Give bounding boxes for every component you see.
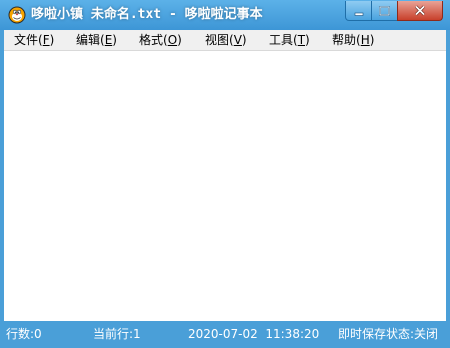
menu-edit-label-end: ) [112, 33, 117, 47]
menu-format-label: 格式( [139, 33, 168, 47]
status-current-line: 当前行:1 [93, 327, 141, 341]
doraemon-app-icon[interactable] [8, 6, 26, 24]
menu-format[interactable]: 格式(O) [139, 30, 182, 51]
menu-help-label-end: ) [369, 33, 375, 47]
menu-edit[interactable]: 编辑(E) [76, 30, 117, 51]
menu-view[interactable]: 视图(V) [205, 30, 247, 51]
minimize-button[interactable] [345, 1, 372, 21]
title-bar[interactable]: 哆啦小镇 未命名.txt - 哆啦啦记事本 [0, 0, 450, 30]
status-autosave: 即时保存状态:关闭 [338, 327, 439, 341]
close-icon [414, 1, 426, 20]
menu-file[interactable]: 文件(F) [14, 30, 54, 51]
menu-tools-label-end: ) [305, 33, 310, 47]
menu-help-accelerator: H [360, 33, 370, 47]
status-line-count: 行数:0 [6, 327, 42, 341]
notepad-window: 哆啦小镇 未命名.txt - 哆啦啦记事本 文件(F) 编辑(E) 格式(O) … [0, 0, 450, 348]
status-bar: 行数:0 当前行:1 2020-07-02 11:38:20 即时保存状态:关闭 [0, 321, 450, 348]
menu-tools-accelerator: T [297, 33, 306, 47]
menu-view-label-end: ) [241, 33, 247, 47]
menu-tools[interactable]: 工具(T) [269, 30, 310, 51]
menu-format-label-end: ) [177, 33, 182, 47]
menu-bar: 文件(F) 编辑(E) 格式(O) 视图(V) 工具(T) 帮助(H) [4, 30, 446, 51]
maximize-icon [379, 1, 390, 20]
menu-view-accelerator: V [233, 33, 242, 47]
menu-file-label-end: ) [49, 33, 55, 47]
close-button[interactable] [397, 1, 443, 21]
window-title: 哆啦小镇 未命名.txt - 哆啦啦记事本 [31, 7, 263, 22]
menu-help-label: 帮助( [332, 33, 361, 47]
text-editor-area[interactable] [4, 51, 446, 321]
menu-edit-label: 编辑( [76, 33, 105, 47]
menu-view-label: 视图( [205, 33, 234, 47]
status-datetime: 2020-07-02 11:38:20 [188, 327, 320, 341]
menu-file-label: 文件( [14, 33, 43, 47]
maximize-button[interactable] [371, 1, 398, 21]
menu-help[interactable]: 帮助(H) [332, 30, 374, 51]
menu-file-accelerator: F [42, 33, 50, 47]
minimize-icon [354, 1, 364, 20]
menu-tools-label: 工具( [269, 33, 298, 47]
menu-format-accelerator: O [167, 33, 178, 47]
